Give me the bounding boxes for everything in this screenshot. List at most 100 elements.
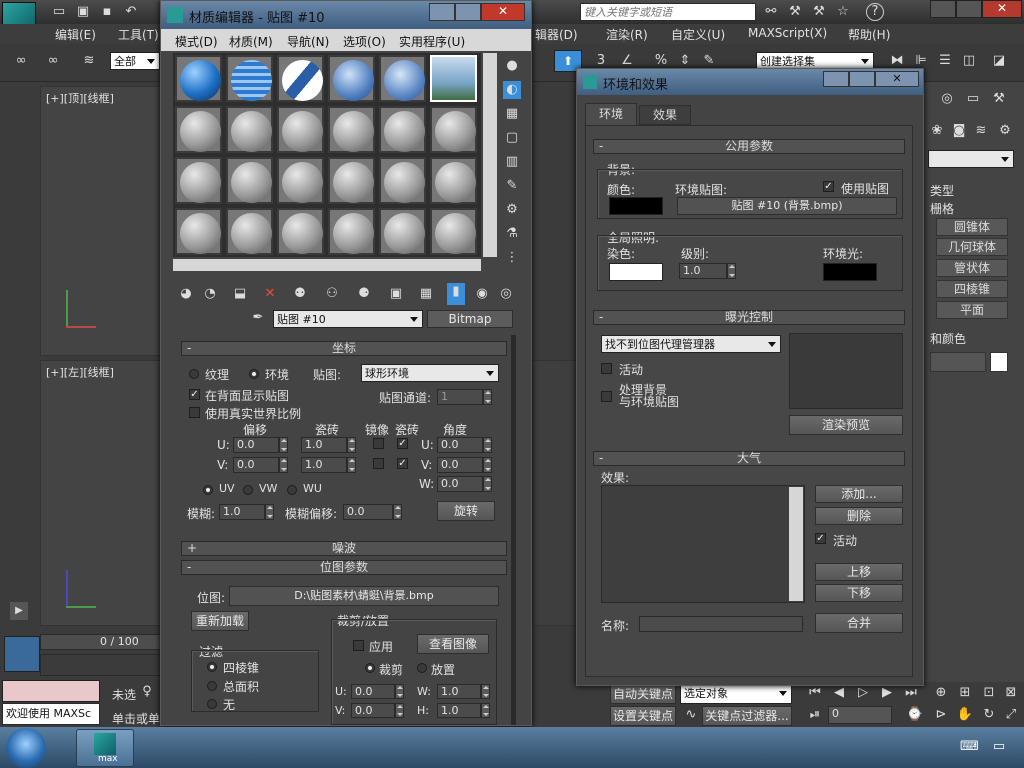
bg-color-swatch[interactable] [609, 197, 663, 215]
key-filters-button[interactable]: 关键点过滤器... [702, 706, 792, 726]
pan-icon[interactable]: ✋ [956, 706, 974, 724]
uv-radio[interactable] [203, 485, 213, 495]
sample-slot-empty[interactable] [277, 208, 324, 255]
sample-type-icon[interactable]: ● [503, 57, 521, 75]
plane-button[interactable]: 平面 [936, 301, 1008, 319]
sample-slot-empty[interactable] [175, 157, 222, 204]
selected-object-dropdown[interactable]: 选定对象 [680, 684, 792, 704]
auto-key-button[interactable]: 自动关键点 [610, 684, 676, 704]
mapping-dropdown[interactable]: 球形环境 [361, 364, 499, 382]
render-preview-button[interactable]: 渲染预览 [789, 415, 903, 435]
show-map-icon[interactable]: ▦ [417, 285, 435, 303]
video-color-icon[interactable]: ▥ [503, 153, 521, 171]
viewport-top-label[interactable]: [+][顶][线框] [46, 90, 114, 106]
noise-rollout-header[interactable]: + 噪波 [181, 541, 507, 556]
assign-material-icon[interactable]: ⬓ [231, 285, 249, 303]
menu-maxscript[interactable]: MAXScript(X) [748, 26, 827, 40]
viewport-left-label[interactable]: [+][左][线框] [46, 364, 114, 380]
me-menu-options[interactable]: 选项(O) [343, 33, 386, 50]
material-navigator-icon[interactable]: ⋮ [503, 249, 521, 267]
make-copy-icon[interactable]: ⚉ [291, 285, 309, 303]
viewport-perspective[interactable] [532, 360, 580, 626]
sample-slot-empty[interactable] [430, 208, 477, 255]
v-offset-field[interactable]: 0.0 [233, 457, 279, 473]
fov-icon[interactable]: ⊳ [932, 706, 950, 724]
env-tab-effects[interactable]: 效果 [639, 105, 691, 125]
u-mirror-checkbox[interactable] [373, 438, 384, 449]
track-bar[interactable] [40, 654, 162, 676]
sample-slot-2[interactable] [226, 55, 273, 102]
tint-color-swatch[interactable] [609, 263, 663, 281]
material-id-icon[interactable]: ▣ [387, 285, 405, 303]
map-channel-spinner[interactable] [483, 389, 492, 405]
v-angle-spinner[interactable] [483, 457, 492, 473]
star-icon[interactable]: ☆ [834, 3, 852, 21]
display-tab-icon[interactable]: ◎ [938, 90, 956, 108]
window-minimize-button[interactable] [930, 0, 956, 18]
slot-scrollbar-horizontal[interactable] [173, 259, 481, 271]
move-down-button[interactable]: 下移 [815, 584, 903, 602]
menu-help[interactable]: 帮助(H) [848, 26, 890, 43]
background-icon[interactable]: ▦ [503, 105, 521, 123]
material-editor-minimize[interactable] [429, 3, 455, 21]
curve-editor-icon[interactable]: ◫ [960, 52, 978, 70]
lightbulb-icon[interactable]: ♀ [138, 683, 156, 701]
map-type-button[interactable]: Bitmap [427, 310, 513, 328]
exposure-header[interactable]: - 曝光控制 [593, 310, 905, 325]
vw-radio[interactable] [243, 485, 253, 495]
u-tiling-spinner[interactable] [347, 437, 356, 453]
sample-slot-3[interactable] [277, 55, 324, 102]
window-maximize-button[interactable] [956, 0, 982, 18]
menu-render[interactable]: 渲染(R) [606, 26, 648, 43]
environ-radio[interactable] [249, 369, 259, 379]
effects-list-scrollbar[interactable] [789, 487, 803, 601]
zoom-icon[interactable]: ⊕ [932, 684, 950, 702]
pyramidal-radio[interactable] [207, 662, 217, 672]
env-map-button[interactable]: 贴图 #10 (背景.bmp) [677, 197, 897, 215]
use-map-checkbox[interactable]: ✓ [823, 181, 834, 192]
geosphere-button[interactable]: 几何球体 [936, 238, 1008, 256]
utilities-tab-icon[interactable]: ▭ [964, 90, 982, 108]
help-icon[interactable]: ? [866, 3, 884, 21]
tools2-icon[interactable]: ⚒ [810, 3, 828, 21]
bitmap-path-button[interactable]: D:\贴图素材\蜻蜓\背景.bmp [229, 586, 499, 606]
common-params-header[interactable]: - 公用参数 [593, 139, 905, 154]
view-image-button[interactable]: 查看图像 [417, 634, 489, 654]
env-minimize[interactable] [823, 71, 849, 87]
u-tiling-field[interactable]: 1.0 [301, 437, 347, 453]
sample-slot-4[interactable] [328, 55, 375, 102]
show-end-result-icon[interactable]: ▮ [447, 283, 465, 305]
level-field[interactable]: 1.0 [679, 263, 727, 279]
maximize-viewport-icon[interactable]: ⤢ [1002, 706, 1020, 724]
zoom-extents-icon[interactable]: ⊡ [980, 684, 998, 702]
sample-slot-empty[interactable] [277, 157, 324, 204]
crop-u-spinner[interactable] [395, 684, 404, 699]
slot-scrollbar-vertical[interactable] [483, 53, 497, 257]
atmosphere-header[interactable]: - 大气 [593, 451, 905, 466]
sample-slot-empty[interactable] [328, 157, 375, 204]
put-to-library-icon[interactable]: ⚈ [355, 285, 373, 303]
unlink-icon[interactable]: ∞ [44, 52, 62, 70]
save-file-icon[interactable]: ▪ [98, 3, 116, 21]
w-angle-spinner[interactable] [483, 476, 492, 492]
time-config-icon[interactable]: ⌚ [906, 706, 924, 724]
cone-button[interactable]: 圆锥体 [936, 218, 1008, 236]
sample-slot-1[interactable] [175, 55, 222, 102]
zoom-extents-all-icon[interactable]: ⊠ [1002, 684, 1020, 702]
map-name-dropdown[interactable]: 贴图 #10 [273, 310, 423, 328]
effects-list[interactable] [601, 485, 805, 603]
prev-frame-icon[interactable]: ◀ [830, 684, 848, 702]
env-maximize[interactable] [849, 71, 875, 87]
effect-name-field[interactable] [639, 616, 803, 632]
camera-icon[interactable]: ◙ [950, 122, 968, 140]
link-icon[interactable]: ∞ [12, 52, 30, 70]
bind-space-warp-icon[interactable]: ≋ [80, 52, 98, 70]
rollout-scrollbar[interactable] [511, 335, 516, 725]
keyboard-tray-icon[interactable]: ⌨ [960, 738, 979, 756]
viewport-play-button[interactable]: ▶ [10, 602, 28, 620]
v-angle-field[interactable]: 0.0 [437, 457, 483, 473]
exposure-dropdown[interactable]: 找不到位图代理管理器 [601, 335, 781, 353]
u-offset-spinner[interactable] [279, 437, 288, 453]
blur-offset-field[interactable]: 0.0 [343, 504, 393, 520]
real-world-checkbox[interactable] [189, 407, 200, 418]
